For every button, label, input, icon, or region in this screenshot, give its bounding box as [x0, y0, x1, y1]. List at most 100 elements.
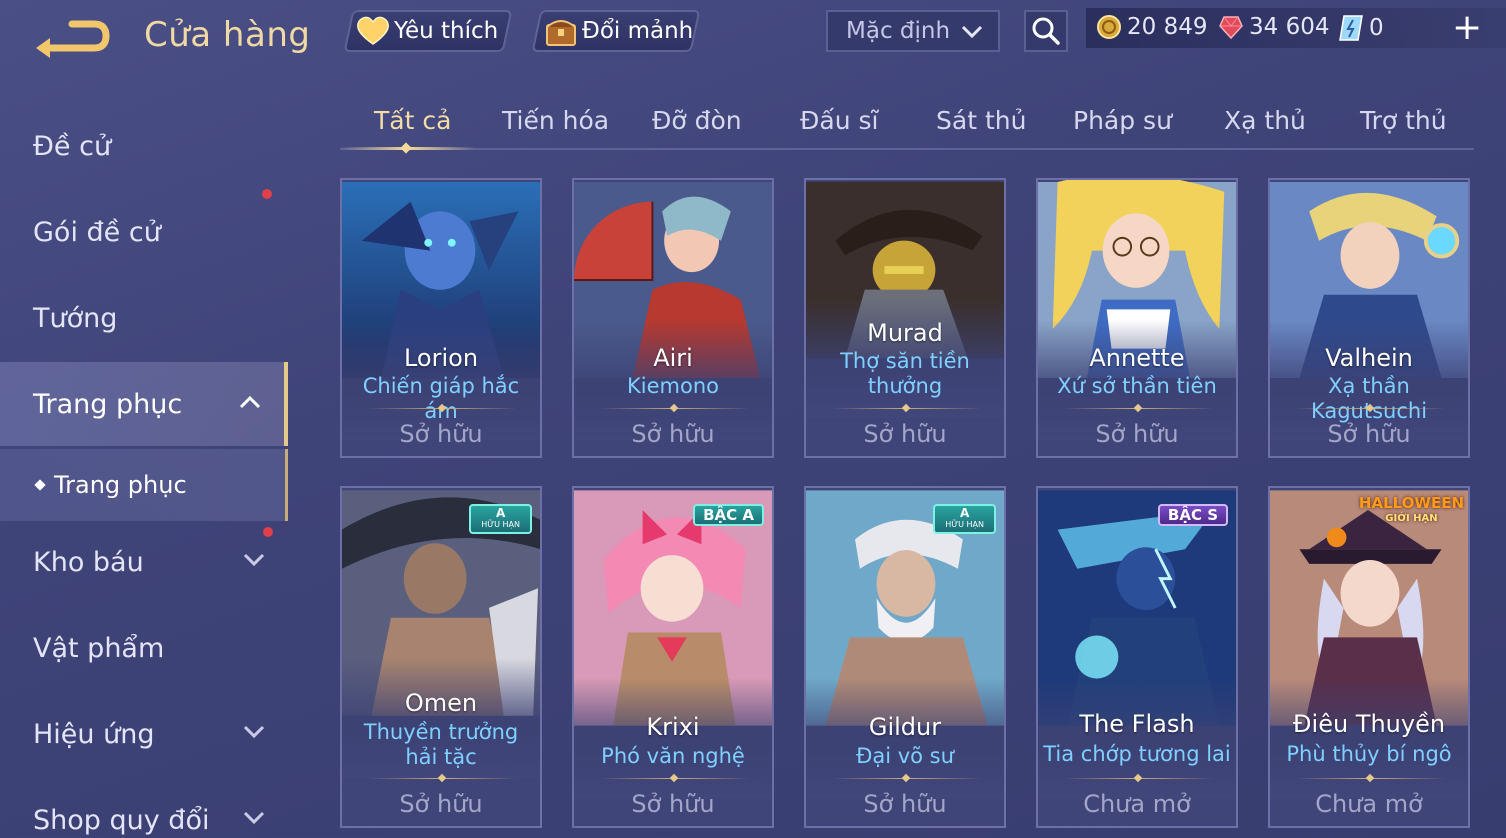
- search-icon: [1032, 17, 1060, 45]
- chevron-up-icon: [239, 395, 261, 409]
- shard-exchange-label: Đổi mảnh: [582, 18, 694, 44]
- ownership-status: Sở hữu: [863, 790, 947, 818]
- ownership-status: Sở hữu: [631, 790, 715, 818]
- skin-card[interactable]: Lorion Chiến giáp hắc ám Sở hữu: [340, 178, 542, 458]
- skin-card[interactable]: Murad Thợ săn tiền thưởng Sở hữu: [804, 178, 1006, 458]
- sidebar-item-items[interactable]: Vật phẩm: [0, 608, 288, 688]
- voucher-currency: 0: [1338, 14, 1384, 42]
- skin-name: Đại võ sư: [856, 744, 954, 768]
- ownership-status: Sở hữu: [863, 420, 947, 448]
- ownership-status: Sở hữu: [631, 420, 715, 448]
- role-tabs: Tất cả Tiến hóa Đỡ đòn Đấu sĩ Sát thủ Ph…: [340, 100, 1474, 150]
- voucher-icon: [1339, 15, 1363, 41]
- bullet-diamond-icon: [34, 479, 46, 491]
- ownership-status: Sở hữu: [1327, 420, 1411, 448]
- sidebar-item-label: Đề cử: [33, 130, 112, 162]
- tab-assassin[interactable]: Sát thủ: [936, 106, 1026, 135]
- skin-name: Phù thủy bí ngô: [1286, 742, 1452, 766]
- sidebar-item-heroes[interactable]: Tướng: [0, 278, 288, 358]
- notification-dot: [262, 189, 272, 199]
- card-divider: [832, 408, 982, 409]
- sidebar-item-featured[interactable]: Đề cử: [0, 106, 288, 186]
- card-divider: [1296, 408, 1446, 409]
- sidebar-item-label: Kho báu: [33, 546, 144, 578]
- sort-dropdown[interactable]: Mặc định: [826, 10, 1000, 52]
- hero-name: Omen: [404, 689, 478, 717]
- skin-card[interactable]: BẬC A Krixi Phó văn nghệ Sở hữu: [572, 486, 774, 828]
- gold-coin-icon: [1097, 15, 1121, 39]
- ruby-currency: 34 604: [1218, 14, 1329, 40]
- gold-amount: 20 849: [1127, 14, 1208, 40]
- skin-card[interactable]: Airi Kiemono Sở hữu: [572, 178, 774, 458]
- badge-subtext: HỮU HẠN: [481, 520, 520, 529]
- skin-name: Kiemono: [627, 374, 719, 398]
- chevron-down-icon: [243, 811, 265, 825]
- ownership-status: Sở hữu: [399, 790, 483, 818]
- hero-name: Murad: [867, 319, 943, 347]
- tab-evolution[interactable]: Tiến hóa: [502, 106, 609, 135]
- top-bar: Cửa hàng Yêu thích Đổi mảnh Mặc định 20 …: [0, 0, 1506, 70]
- favorites-button[interactable]: Yêu thích: [343, 10, 513, 52]
- skin-card[interactable]: A HỮU HẠN Omen Thuyền trưởng hải tặc Sở …: [340, 486, 542, 828]
- sidebar: Đề cử Gói đề cử Tướng Trang phục Trang p…: [0, 100, 288, 838]
- skin-name: Tia chớp tương lai: [1043, 742, 1231, 766]
- card-divider: [368, 408, 518, 409]
- tier-badge: A HỮU HẠN: [933, 504, 996, 534]
- skin-name: Xứ sở thần tiên: [1057, 374, 1217, 398]
- ownership-status: Chưa mở: [1083, 790, 1191, 818]
- search-button[interactable]: [1024, 10, 1068, 52]
- card-divider: [368, 778, 518, 779]
- tab-fighter[interactable]: Đấu sĩ: [800, 106, 878, 135]
- skin-name: Thợ săn tiền thưởng: [840, 349, 970, 398]
- card-divider: [600, 408, 750, 409]
- currency-bar: 20 849 34 604 0 +: [1086, 8, 1506, 48]
- sidebar-item-exchange-shop[interactable]: Shop quy đổi: [0, 780, 288, 838]
- card-divider: [600, 778, 750, 779]
- hero-name: Krixi: [646, 713, 700, 741]
- hero-name: The Flash: [1079, 710, 1195, 738]
- hero-name: Điêu Thuyền: [1292, 710, 1446, 738]
- chevron-down-icon: [243, 553, 265, 567]
- shard-exchange-button[interactable]: Đổi mảnh: [531, 10, 701, 52]
- ownership-status: Sở hữu: [399, 420, 483, 448]
- card-divider: [1064, 778, 1214, 779]
- sidebar-item-label: Gói đề cử: [33, 216, 161, 248]
- sidebar-subitem-label: Trang phục: [54, 471, 187, 499]
- sidebar-item-featured-bundles[interactable]: Gói đề cử: [0, 189, 288, 272]
- sidebar-item-label: Hiệu ứng: [33, 718, 155, 750]
- hero-name: Annette: [1089, 344, 1185, 372]
- tab-support[interactable]: Trợ thủ: [1360, 106, 1447, 135]
- hero-name: Gildur: [868, 713, 942, 741]
- event-badge: HALLOWEEN GIỚI HẠN: [1359, 496, 1464, 526]
- tier-badge: BẬC A: [693, 504, 764, 526]
- sidebar-item-skins[interactable]: Trang phục: [0, 362, 288, 446]
- hero-name: Valhein: [1325, 344, 1413, 372]
- sidebar-subitem-skins[interactable]: Trang phục: [0, 449, 288, 521]
- event-badge-text: HALLOWEEN: [1358, 494, 1464, 512]
- skin-card[interactable]: Valhein Xạ thần Kagutsuchi Sở hữu: [1268, 178, 1470, 458]
- sidebar-item-treasure[interactable]: Kho báu: [0, 522, 288, 602]
- sidebar-item-label: Trang phục: [33, 388, 183, 420]
- event-badge-subtext: GIỚI HẠN: [1385, 513, 1438, 524]
- tab-all[interactable]: Tất cả: [374, 106, 451, 135]
- add-currency-button[interactable]: +: [1452, 8, 1482, 48]
- back-arrow-icon[interactable]: [32, 14, 112, 60]
- skin-card[interactable]: HALLOWEEN GIỚI HẠN Điêu Thuyền Phù thủy …: [1268, 486, 1470, 828]
- ownership-status: Chưa mở: [1315, 790, 1423, 818]
- skin-card[interactable]: Annette Xứ sở thần tiên Sở hữu: [1036, 178, 1238, 458]
- chevron-down-icon: [243, 725, 265, 739]
- tab-marksman[interactable]: Xạ thủ: [1224, 106, 1306, 135]
- chevron-down-icon: [961, 25, 983, 39]
- skin-card[interactable]: BẬC S The Flash Tia chớp tương lai Chưa …: [1036, 486, 1238, 828]
- favorites-label: Yêu thích: [394, 18, 499, 44]
- page-title: Cửa hàng: [144, 15, 311, 55]
- sidebar-item-effects[interactable]: Hiệu ứng: [0, 694, 288, 774]
- tier-badge: BẬC S: [1157, 504, 1228, 526]
- tier-badge: A HỮU HẠN: [469, 504, 532, 534]
- badge-text: A: [959, 506, 970, 520]
- card-divider: [1296, 778, 1446, 779]
- tab-tank[interactable]: Đỡ đòn: [652, 106, 742, 135]
- card-divider: [832, 778, 982, 779]
- skin-card[interactable]: A HỮU HẠN Gildur Đại võ sư Sở hữu: [804, 486, 1006, 828]
- tab-mage[interactable]: Pháp sư: [1073, 106, 1172, 135]
